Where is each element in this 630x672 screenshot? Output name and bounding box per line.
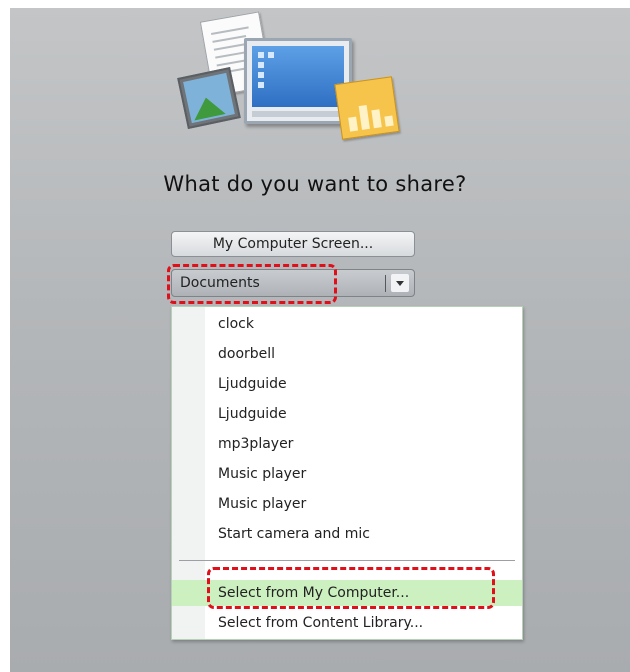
- menu-item-label: mp3player: [218, 436, 294, 452]
- menu-item-ljudguide[interactable]: Ljudguide: [172, 371, 522, 397]
- select-from-content-library-item[interactable]: Select from Content Library...: [172, 610, 522, 636]
- menu-item-label: Start camera and mic: [218, 526, 370, 542]
- select-separator: [385, 275, 386, 292]
- menu-item-label: clock: [218, 316, 254, 332]
- menu-item-label: doorbell: [218, 346, 276, 362]
- menu-item-music-player-2[interactable]: Music player: [172, 491, 522, 517]
- screen-window-icon: [244, 38, 352, 124]
- menu-item-clock[interactable]: clock: [172, 311, 522, 337]
- menu-separator: [179, 560, 515, 561]
- annotation-highlight-select-from-my-computer: [207, 567, 495, 609]
- share-illustration-icon: [177, 11, 408, 152]
- menu-item-mp3player[interactable]: mp3player: [172, 431, 522, 457]
- image-icon: [177, 66, 241, 130]
- menu-item-ljudguide-2[interactable]: Ljudguide: [172, 401, 522, 427]
- menu-item-doorbell[interactable]: doorbell: [172, 341, 522, 367]
- menu-item-label: Music player: [218, 466, 307, 482]
- menu-item-label: Ljudguide: [218, 376, 287, 392]
- menu-item-label: Music player: [218, 496, 307, 512]
- share-question-title: What do you want to share?: [163, 172, 467, 196]
- my-computer-screen-button[interactable]: My Computer Screen...: [171, 231, 415, 257]
- menu-item-music-player[interactable]: Music player: [172, 461, 522, 487]
- annotation-highlight-documents: [167, 264, 337, 304]
- dropdown-arrow-icon[interactable]: [391, 274, 409, 292]
- menu-item-label: Ljudguide: [218, 406, 287, 422]
- menu-item-start-camera-and-mic[interactable]: Start camera and mic: [172, 521, 522, 547]
- menu-item-label: Select from Content Library...: [218, 615, 424, 631]
- chart-document-icon: [334, 76, 400, 140]
